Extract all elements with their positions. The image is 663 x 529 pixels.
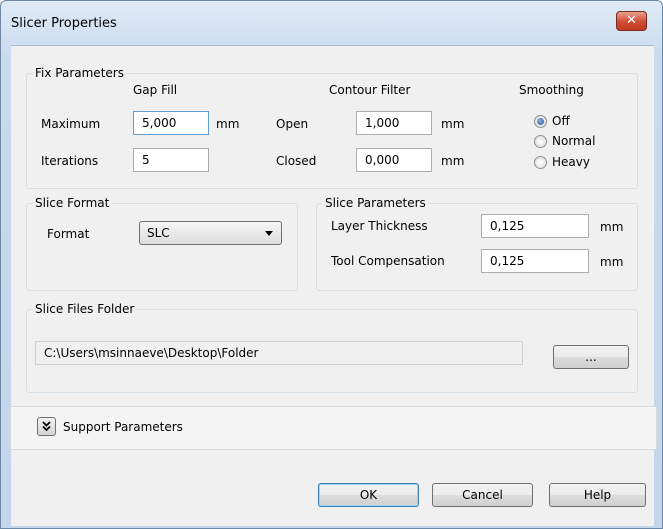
closed-unit: mm xyxy=(441,154,465,168)
closed-input[interactable]: 0,000 xyxy=(356,148,432,172)
layer-thickness-unit: mm xyxy=(600,220,624,234)
format-label: Format xyxy=(47,227,90,241)
gap-fill-header: Gap Fill xyxy=(133,83,178,97)
slice-files-folder-title: Slice Files Folder xyxy=(33,302,137,317)
closed-label: Closed xyxy=(276,154,317,168)
smoothing-off-radio[interactable] xyxy=(534,115,547,128)
format-select-value: SLC xyxy=(147,226,170,240)
format-select[interactable]: SLC xyxy=(139,221,282,245)
browse-folder-button[interactable]: ... xyxy=(553,345,629,369)
fix-parameters-group: Fix Parameters Gap Fill Maximum 5,000 mm… xyxy=(26,66,638,189)
iterations-label: Iterations xyxy=(41,154,99,168)
open-label: Open xyxy=(276,117,309,131)
slice-parameters-title: Slice Parameters xyxy=(323,196,428,211)
maximum-unit: mm xyxy=(216,117,240,131)
expand-support-button[interactable] xyxy=(37,417,56,436)
smoothing-off-label[interactable]: Off xyxy=(552,113,570,129)
maximum-input[interactable]: 5,000 xyxy=(133,111,209,135)
smoothing-normal-label[interactable]: Normal xyxy=(552,133,595,149)
help-button[interactable]: Help xyxy=(549,483,646,507)
open-unit: mm xyxy=(441,117,465,131)
smoothing-heavy-label[interactable]: Heavy xyxy=(552,154,590,170)
tool-compensation-input[interactable]: 0,125 xyxy=(481,249,589,273)
support-parameters-label[interactable]: Support Parameters xyxy=(63,419,183,435)
close-icon: ✕ xyxy=(626,13,637,28)
cancel-button[interactable]: Cancel xyxy=(432,483,533,507)
slice-parameters-group: Slice Parameters Layer Thickness 0,125 m… xyxy=(316,196,638,291)
smoothing-header: Smoothing xyxy=(519,83,584,97)
slice-files-folder-group: Slice Files Folder C:\Users\msinnaeve\De… xyxy=(26,302,638,393)
tool-compensation-label: Tool Compensation xyxy=(331,254,445,268)
ok-button[interactable]: OK xyxy=(318,483,419,507)
layer-thickness-label: Layer Thickness xyxy=(331,219,428,233)
close-button[interactable]: ✕ xyxy=(616,11,647,31)
dialog-body: Fix Parameters Gap Fill Maximum 5,000 mm… xyxy=(10,45,657,526)
maximum-label: Maximum xyxy=(41,117,101,131)
contour-filter-header: Contour Filter xyxy=(329,83,411,97)
slice-format-title: Slice Format xyxy=(33,196,112,211)
tool-compensation-unit: mm xyxy=(600,255,624,269)
layer-thickness-input[interactable]: 0,125 xyxy=(481,214,589,238)
fix-parameters-title: Fix Parameters xyxy=(33,66,126,81)
open-input[interactable]: 1,000 xyxy=(356,111,432,135)
smoothing-normal-radio[interactable] xyxy=(534,135,547,148)
chevron-down-icon xyxy=(265,231,273,236)
smoothing-heavy-radio[interactable] xyxy=(534,156,547,169)
slice-format-group: Slice Format Format SLC xyxy=(26,196,298,291)
slicer-properties-window: Slicer Properties ✕ Fix Parameters Gap F… xyxy=(0,0,663,529)
title-bar[interactable]: Slicer Properties ✕ xyxy=(1,1,662,45)
support-parameters-panel: Support Parameters xyxy=(10,406,657,450)
window-title: Slicer Properties xyxy=(11,16,117,31)
double-chevron-down-icon xyxy=(42,421,51,432)
folder-path-field[interactable]: C:\Users\msinnaeve\Desktop\Folder xyxy=(35,341,523,365)
iterations-input[interactable]: 5 xyxy=(133,148,209,172)
